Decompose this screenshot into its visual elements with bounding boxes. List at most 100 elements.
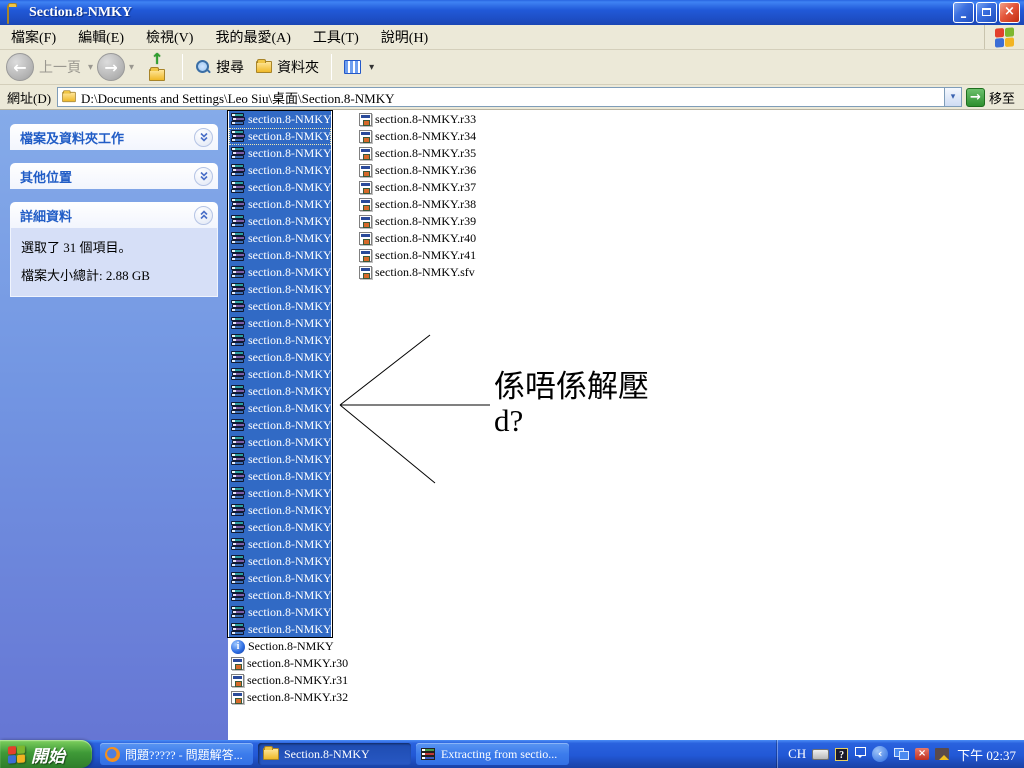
file-row-selected[interactable]: section.8-NMKY xyxy=(229,145,331,162)
file-name: section.8-NMKY xyxy=(248,265,331,280)
file-row[interactable]: section.8-NMKY.r39 xyxy=(357,213,476,230)
file-row[interactable]: section.8-NMKY.r30 xyxy=(229,655,348,672)
file-row-selected[interactable]: section.8-NMKY xyxy=(229,383,331,400)
unknown-file-icon xyxy=(359,266,372,279)
file-list-area[interactable]: section.8-NMKYsection.8-NMKYsection.8-NM… xyxy=(228,110,1024,740)
search-label: 搜尋 xyxy=(216,57,244,77)
restore-button[interactable] xyxy=(976,2,997,23)
file-row-selected[interactable]: section.8-NMKY xyxy=(229,604,331,621)
menu-edit[interactable]: 編輯(E) xyxy=(67,25,135,49)
ime-help-icon[interactable]: ? xyxy=(835,748,848,761)
file-row-selected[interactable]: section.8-NMKY xyxy=(229,519,331,536)
menu-favorites[interactable]: 我的最愛(A) xyxy=(204,25,301,49)
up-folder-button[interactable]: ↑ xyxy=(142,53,172,81)
address-label: 網址(D) xyxy=(3,88,57,107)
menu-tools[interactable]: 工具(T) xyxy=(302,25,370,49)
file-row-selected[interactable]: section.8-NMKY xyxy=(229,247,331,264)
file-row-selected[interactable]: section.8-NMKY xyxy=(229,553,331,570)
panel-other-places-header[interactable]: 其他位置 xyxy=(10,163,218,189)
views-dropdown-icon: ▾ xyxy=(369,62,374,73)
file-row-selected[interactable]: section.8-NMKY xyxy=(229,264,331,281)
back-dropdown-icon[interactable]: ▾ xyxy=(88,62,93,73)
file-row[interactable]: section.8-NMKY.r37 xyxy=(357,179,476,196)
forward-dropdown-icon[interactable]: ▾ xyxy=(129,62,134,73)
file-row-selected[interactable]: section.8-NMKY xyxy=(229,349,331,366)
minimize-button[interactable]: – xyxy=(953,2,974,23)
file-row-selected[interactable]: section.8-NMKY xyxy=(229,179,331,196)
file-row-selected[interactable]: section.8-NMKY xyxy=(229,111,331,128)
file-name: section.8-NMKY xyxy=(248,435,331,450)
file-row[interactable]: section.8-NMKY.r40 xyxy=(357,230,476,247)
file-row-selected[interactable]: section.8-NMKY xyxy=(229,332,331,349)
go-button[interactable]: → 移至 xyxy=(962,88,1021,107)
file-row-selected[interactable]: section.8-NMKY xyxy=(229,298,331,315)
file-row-selected[interactable]: section.8-NMKY xyxy=(229,400,331,417)
file-row[interactable]: section.8-NMKY.r32 xyxy=(229,689,348,706)
keyboard-icon[interactable] xyxy=(812,749,829,760)
file-row-selected[interactable]: section.8-NMKY xyxy=(229,536,331,553)
menu-help[interactable]: 說明(H) xyxy=(370,25,439,49)
file-row-selected[interactable]: section.8-NMKY xyxy=(229,451,331,468)
file-row-selected[interactable]: section.8-NMKY xyxy=(229,468,331,485)
address-dropdown-button[interactable]: ▾ xyxy=(944,88,961,106)
address-input[interactable]: D:\Documents and Settings\Leo Siu\桌面\Sec… xyxy=(57,87,962,107)
file-name: section.8-NMKY xyxy=(248,163,331,178)
go-label: 移至 xyxy=(989,88,1015,107)
file-row[interactable]: section.8-NMKY.r41 xyxy=(357,247,476,264)
chevron-up-icon[interactable] xyxy=(194,206,213,225)
forward-button[interactable]: → xyxy=(97,53,125,81)
file-row-selected[interactable]: section.8-NMKY xyxy=(229,162,331,179)
file-name: section.8-NMKY xyxy=(248,486,331,501)
file-name: section.8-NMKY xyxy=(248,503,331,518)
panel-file-folder-tasks-header[interactable]: 檔案及資料夾工作 xyxy=(10,124,218,150)
file-row-selected[interactable]: section.8-NMKY xyxy=(229,128,331,145)
file-row-selected[interactable]: section.8-NMKY xyxy=(229,417,331,434)
toolbar-options-icon[interactable] xyxy=(854,747,866,761)
file-row[interactable]: section.8-NMKY.r31 xyxy=(229,672,348,689)
file-row[interactable]: section.8-NMKY.r36 xyxy=(357,162,476,179)
file-row-selected[interactable]: section.8-NMKY xyxy=(229,315,331,332)
file-row-selected[interactable]: section.8-NMKY xyxy=(229,485,331,502)
close-button[interactable]: × xyxy=(999,2,1020,23)
network-icon[interactable] xyxy=(894,748,909,760)
chevron-down-icon[interactable] xyxy=(194,128,213,147)
menu-file[interactable]: 檔案(F) xyxy=(0,25,67,49)
file-row[interactable]: i Section.8-NMKY xyxy=(229,638,334,655)
disconnected-icon[interactable]: × xyxy=(915,748,929,760)
file-row-selected[interactable]: section.8-NMKY xyxy=(229,587,331,604)
file-name: section.8-NMKY.r35 xyxy=(375,146,476,161)
warning-device-icon[interactable] xyxy=(935,748,949,760)
start-button[interactable]: 開始 xyxy=(0,740,92,768)
search-button[interactable]: 搜尋 xyxy=(189,54,250,80)
taskbar: 開始 問題????? - 問題解答... Section.8-NMKY Extr… xyxy=(0,740,1024,768)
file-name: section.8-NMKY xyxy=(248,299,331,314)
file-row-selected[interactable]: section.8-NMKY xyxy=(229,570,331,587)
folders-button[interactable]: 資料夾 xyxy=(250,54,325,80)
file-row[interactable]: section.8-NMKY.r38 xyxy=(357,196,476,213)
file-row[interactable]: section.8-NMKY.r33 xyxy=(357,111,476,128)
file-row-selected[interactable]: section.8-NMKY xyxy=(229,434,331,451)
file-row-selected[interactable]: section.8-NMKY xyxy=(229,230,331,247)
views-button[interactable]: ▾ xyxy=(338,57,380,77)
windows-flag-icon xyxy=(8,745,25,763)
taskbar-item-explorer[interactable]: Section.8-NMKY xyxy=(258,743,411,765)
file-row-selected[interactable]: section.8-NMKY xyxy=(229,621,331,638)
menu-view[interactable]: 檢視(V) xyxy=(135,25,204,49)
file-row-selected[interactable]: section.8-NMKY xyxy=(229,213,331,230)
file-row[interactable]: section.8-NMKY.sfv xyxy=(357,264,475,281)
language-indicator[interactable]: CH xyxy=(788,746,806,762)
file-row-selected[interactable]: section.8-NMKY xyxy=(229,196,331,213)
taskbar-item-winrar[interactable]: Extracting from sectio... xyxy=(416,743,569,765)
back-button[interactable]: ← xyxy=(6,53,34,81)
file-row[interactable]: section.8-NMKY.r34 xyxy=(357,128,476,145)
file-row-selected[interactable]: section.8-NMKY xyxy=(229,502,331,519)
hide-icons-chevron-icon[interactable]: ‹ xyxy=(872,746,888,762)
file-row[interactable]: section.8-NMKY.r35 xyxy=(357,145,476,162)
panel-details-header[interactable]: 詳細資料 xyxy=(10,202,218,228)
file-row-selected[interactable]: section.8-NMKY xyxy=(229,281,331,298)
file-row-selected[interactable]: section.8-NMKY xyxy=(229,366,331,383)
chevron-down-icon[interactable] xyxy=(194,167,213,186)
taskbar-item-firefox[interactable]: 問題????? - 問題解答... xyxy=(100,743,253,765)
rar-volume-icon xyxy=(231,487,245,500)
restore-icon xyxy=(982,8,991,16)
